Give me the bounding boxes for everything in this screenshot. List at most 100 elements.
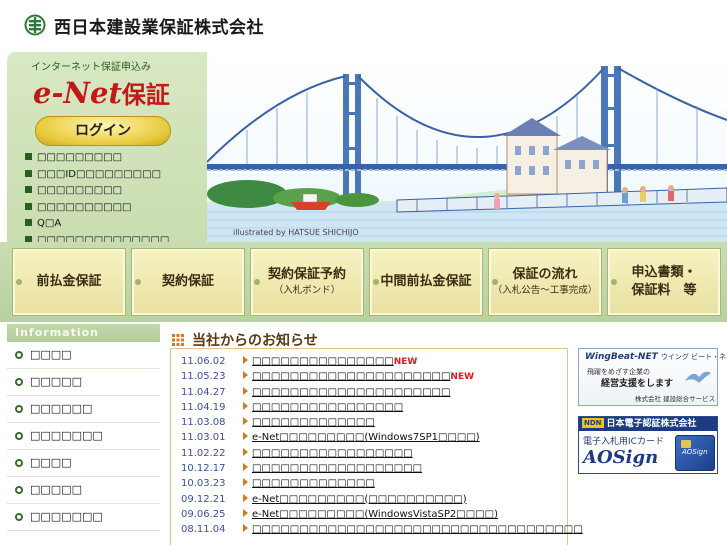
news-link[interactable]: e-Net□□□□□□□□□(Windows7SP1□□□□): [252, 432, 480, 443]
news-date: 10.03.23: [181, 478, 226, 490]
hero-illustration: illustrated by HATSUE SHICHIJO: [207, 52, 727, 242]
circle-bullet-icon: [15, 405, 23, 413]
information-item[interactable]: □□□□: [7, 342, 160, 369]
enet-link[interactable]: □□□ID□□□□□□□□□: [25, 167, 169, 184]
enet-link[interactable]: □□□□□□□□□: [25, 183, 169, 200]
news-item: 11.04.19 □□□□□□□□□□□□□□□□: [181, 400, 583, 415]
arrow-right-icon: [243, 386, 248, 395]
news-date: 11.04.19: [181, 401, 226, 413]
arrow-right-icon: [243, 371, 248, 380]
news-item: 08.11.04 □□□□□□□□□□□□□□□□□□□□□□□□□□□□□□□□…: [181, 522, 583, 537]
enet-link[interactable]: □□□□□□□□□□: [25, 200, 169, 217]
aosign-card-label: 電子入札用ICカード: [583, 437, 664, 447]
news-item: 11.06.02 □□□□□□□□□□□□□□□NEW: [181, 354, 583, 369]
enet-login-panel: インターネット保証申込み e-Net保証 ログイン □□□□□□□□□ □□□I…: [7, 52, 207, 246]
news-link[interactable]: □□□□□□□□□□□□□□□: [252, 356, 394, 367]
news-date: 11.06.02: [181, 356, 226, 367]
square-bullet-icon: [25, 219, 32, 226]
nav-advance-payment-guarantee[interactable]: 前払金保証: [12, 248, 126, 316]
news-link[interactable]: □□□□□□□□□□□□□□□□□: [252, 448, 413, 459]
news-date: 10.12.17: [181, 463, 226, 475]
news-link[interactable]: □□□□□□□□□□□□□□□□□□□□□: [252, 387, 450, 398]
arrow-right-icon: [243, 478, 248, 487]
nav-contract-guarantee[interactable]: 契約保証: [131, 248, 245, 316]
news-list: 11.06.02 □□□□□□□□□□□□□□□NEW 11.05.23 □□□□□…: [181, 354, 583, 538]
nav-dot-icon: [373, 279, 379, 285]
company-logo-icon[interactable]: [24, 14, 46, 36]
nav-dot-icon: [254, 279, 260, 285]
information-item[interactable]: □□□□□: [7, 369, 160, 396]
bridge-illustration: [207, 66, 727, 242]
news-item: 11.04.27 □□□□□□□□□□□□□□□□□□□□□: [181, 385, 583, 400]
news-date: 11.05.23: [181, 371, 226, 383]
news-date: 11.04.27: [181, 386, 226, 398]
new-badge: NEW: [450, 372, 475, 383]
news-item: 11.03.08 □□□□□□□□□□□□□: [181, 415, 583, 430]
news-link[interactable]: □□□□□□□□□□□□□□□□□□□□□: [252, 371, 450, 382]
square-bullet-icon: [25, 186, 32, 193]
login-button[interactable]: ログイン: [35, 116, 171, 146]
nav-bid-bond[interactable]: 契約保証予約 （入札ボンド）: [250, 248, 364, 316]
news-title-row: 当社からのお知らせ: [170, 330, 570, 350]
enet-link[interactable]: Q□A: [25, 216, 169, 233]
nav-guarantee-flow[interactable]: 保証の流れ （入札公告～工事完成）: [488, 248, 602, 316]
enet-link[interactable]: □□□□□□□□□: [25, 150, 169, 167]
nav-dot-icon: [16, 279, 22, 285]
ic-card-icon: AOSign: [675, 435, 715, 471]
company-name[interactable]: 西日本建設業保証株式会社: [54, 13, 264, 38]
square-bullet-icon: [25, 202, 32, 210]
news-link[interactable]: □□□□□□□□□□□□□□□□: [252, 402, 403, 413]
new-badge: NEW: [393, 357, 418, 367]
news-link[interactable]: e-Net□□□□□□□□□(WindowsVistaSP2□□□□): [252, 509, 498, 520]
page: 西日本建設業保証株式会社 インターネット保証申込み e-Net保証 ログイン □…: [0, 0, 727, 545]
news-item: 09.06.25 e-Net□□□□□□□□□(WindowsVistaSP2□□…: [181, 507, 583, 522]
information-item[interactable]: □□□□□: [7, 477, 160, 504]
news-link[interactable]: e-Net□□□□□□□□□(□□□□□□□□□□): [252, 494, 467, 505]
nav-application-forms-fees[interactable]: 申込書類・ 保証料 等: [607, 248, 721, 316]
news-item: 11.02.22 □□□□□□□□□□□□□□□□□: [181, 446, 583, 461]
news-item: 11.05.23 □□□□□□□□□□□□□□□□□□□□□NEW: [181, 369, 583, 384]
information-item[interactable]: □□□□: [7, 450, 160, 477]
arrow-right-icon: [243, 447, 248, 456]
news-date: 11.03.01: [181, 432, 226, 444]
arrow-right-icon: [243, 508, 248, 517]
nav-dot-icon: [492, 279, 498, 285]
arrow-right-icon: [243, 432, 248, 441]
news-date: 08.11.04: [181, 524, 226, 536]
square-bullet-icon: [25, 169, 32, 177]
wingbeat-title: WingBeat-NET ウイング ビート・ネット: [585, 352, 727, 362]
circle-bullet-icon: [15, 459, 23, 467]
information-list: □□□□ □□□□□ □□□□□□ □□□□□□□ □□□□ □□□□□ □□□…: [7, 342, 160, 531]
nav-interim-advance-guarantee[interactable]: 中間前払金保証: [369, 248, 483, 316]
news-link[interactable]: □□□□□□□□□□□□□□□□□□□□□□□□□□□□□□□□□□□: [252, 524, 583, 535]
news-link[interactable]: □□□□□□□□□□□□□: [252, 417, 375, 428]
square-bullet-icon: [25, 153, 32, 160]
circle-bullet-icon: [15, 351, 23, 359]
news-link[interactable]: □□□□□□□□□□□□□□□□□□: [252, 463, 422, 474]
aosign-banner[interactable]: NDN 日本電子認証株式会社 電子入札用ICカード AOSign AOSign: [578, 416, 718, 474]
news-link[interactable]: □□□□□□□□□□□□□: [252, 478, 375, 489]
circle-bullet-icon: [15, 432, 23, 440]
enet-link-list: □□□□□□□□□ □□□ID□□□□□□□□□ □□□□□□□□□ □□□□□…: [25, 150, 169, 249]
news-box: 11.06.02 □□□□□□□□□□□□□□□NEW 11.05.23 □□□□□…: [170, 348, 583, 545]
news-item: 11.03.01 e-Net□□□□□□□□□(Windows7SP1□□□□): [181, 430, 583, 445]
nav-dot-icon: [135, 279, 141, 285]
enet-logo-text: e-Net: [33, 76, 122, 110]
information-item[interactable]: □□□□□□□: [7, 504, 160, 531]
wingbeat-net-banner[interactable]: WingBeat-NET ウイング ビート・ネット 飛躍をめざす企業の 経営支援…: [578, 348, 727, 406]
ndn-badge: NDN: [582, 418, 604, 428]
site-header: 西日本建設業保証株式会社: [0, 0, 727, 50]
enet-logo-suffix: 保証: [121, 81, 170, 109]
bird-icon: [685, 371, 711, 383]
illustrator-credit: illustrated by HATSUE SHICHIJO: [233, 228, 359, 237]
chip-icon: [681, 440, 691, 448]
news-date: 09.12.21: [181, 493, 226, 505]
enet-subtitle: インターネット保証申込み: [31, 62, 151, 73]
nav-dot-icon: [611, 279, 617, 285]
news-item: 09.12.21 e-Net□□□□□□□□□(□□□□□□□□□□): [181, 492, 583, 507]
information-item[interactable]: □□□□□□: [7, 396, 160, 423]
arrow-right-icon: [243, 356, 248, 364]
wingbeat-tagline-2: 経営支援をします: [601, 379, 674, 389]
news-date: 09.06.25: [181, 508, 226, 520]
information-item[interactable]: □□□□□□□: [7, 423, 160, 450]
